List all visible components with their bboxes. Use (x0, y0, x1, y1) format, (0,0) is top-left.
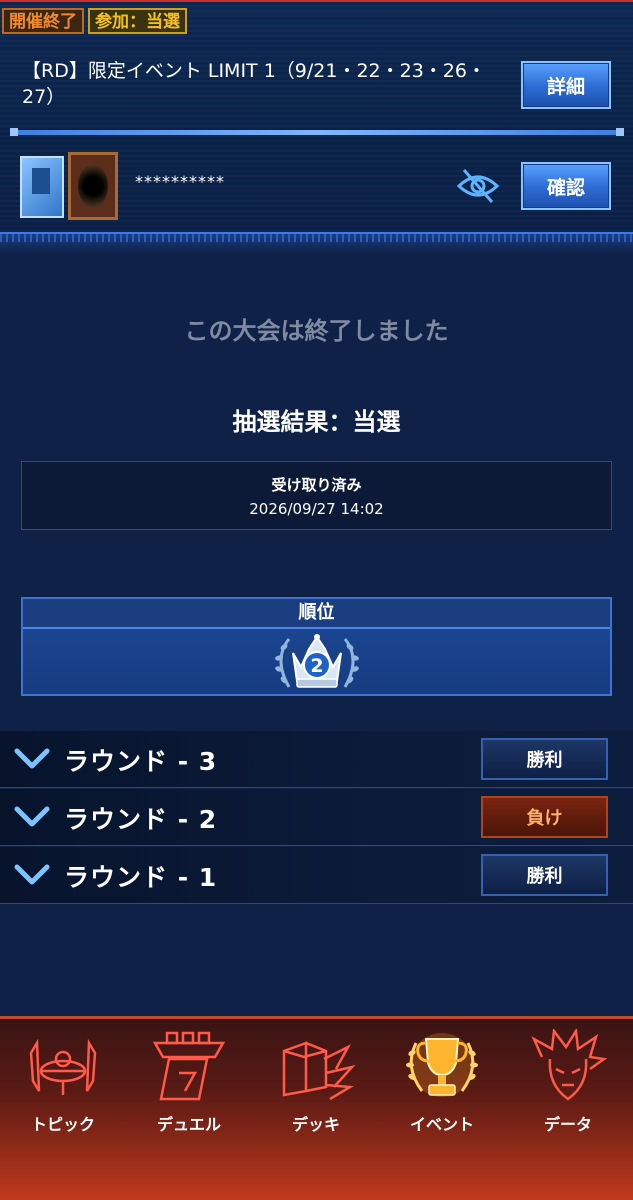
nav-data[interactable]: データ (505, 1019, 631, 1159)
nav-duel-label: デュエル (156, 1115, 221, 1134)
round-label: ラウンド - 3 (64, 747, 218, 776)
received-date: 2026/09/27 14:02 (249, 500, 384, 518)
nav-event[interactable]: イベント (379, 1019, 505, 1159)
round-row-2[interactable]: ラウンド - 2 負け (0, 789, 633, 846)
deck-cards-icon (282, 1041, 356, 1101)
chevron-down-icon (14, 748, 50, 769)
details-button[interactable]: 詳細 (521, 61, 611, 109)
received-label: 受け取り済み (271, 476, 362, 494)
reward-received-box: 受け取り済み 2026/09/27 14:02 (21, 461, 612, 530)
nav-deck[interactable]: デッキ (253, 1019, 379, 1159)
round-row-1[interactable]: ラウンド - 1 勝利 (0, 847, 633, 904)
event-header: 開催終了 参加：当選 【RD】限定イベント LIMIT 1（9/21・22・23… (0, 0, 633, 232)
nav-topic-label: トピック (30, 1115, 95, 1134)
nav-deck-label: デッキ (291, 1115, 340, 1134)
chevron-down-icon (14, 806, 50, 827)
nav-data-label: データ (543, 1115, 592, 1134)
nav-topic[interactable]: トピック (0, 1019, 126, 1159)
chevron-down-icon (14, 864, 50, 885)
nav-event-label: イベント (409, 1115, 474, 1134)
round-result-lose[interactable]: 負け (481, 796, 608, 838)
nav-duel[interactable]: デュエル (126, 1019, 252, 1159)
rank-header: 順位 (23, 599, 610, 629)
round-result-win[interactable]: 勝利 (481, 854, 608, 896)
deck-box-icon (20, 156, 64, 218)
rank-panel: 順位 2 (21, 597, 612, 696)
duel-field-icon (152, 1031, 226, 1101)
round-result-win[interactable]: 勝利 (481, 738, 608, 780)
badge-row: 開催終了 参加：当選 (2, 8, 187, 34)
event-status-badge: 開催終了 (2, 8, 84, 34)
deck-code: ********** (135, 172, 225, 191)
card-back-icon (68, 152, 118, 220)
round-label: ラウンド - 2 (64, 805, 218, 834)
spaceship-icon (29, 1038, 97, 1095)
rank-number: 2 (310, 655, 323, 677)
round-label: ラウンド - 1 (64, 863, 218, 892)
event-title: 【RD】限定イベント LIMIT 1（9/21・22・23・26・27） (22, 60, 486, 108)
round-row-3[interactable]: ラウンド - 3 勝利 (0, 731, 633, 788)
rank-crown-laurel-icon: 2 (275, 634, 359, 688)
decorative-band (0, 232, 633, 254)
header-divider (10, 128, 624, 136)
bottom-navigation: トピック デュエル デッキ イベント データ (0, 1016, 633, 1200)
eye-slash-icon[interactable] (456, 166, 500, 206)
participation-badge: 参加：当選 (88, 8, 187, 34)
confirm-button[interactable]: 確認 (521, 162, 611, 210)
character-head-icon (531, 1029, 608, 1101)
lottery-result: 抽選結果：当選 (232, 408, 401, 436)
trophy-icon (406, 1033, 478, 1097)
tournament-ended-message: この大会は終了しました (184, 317, 449, 345)
